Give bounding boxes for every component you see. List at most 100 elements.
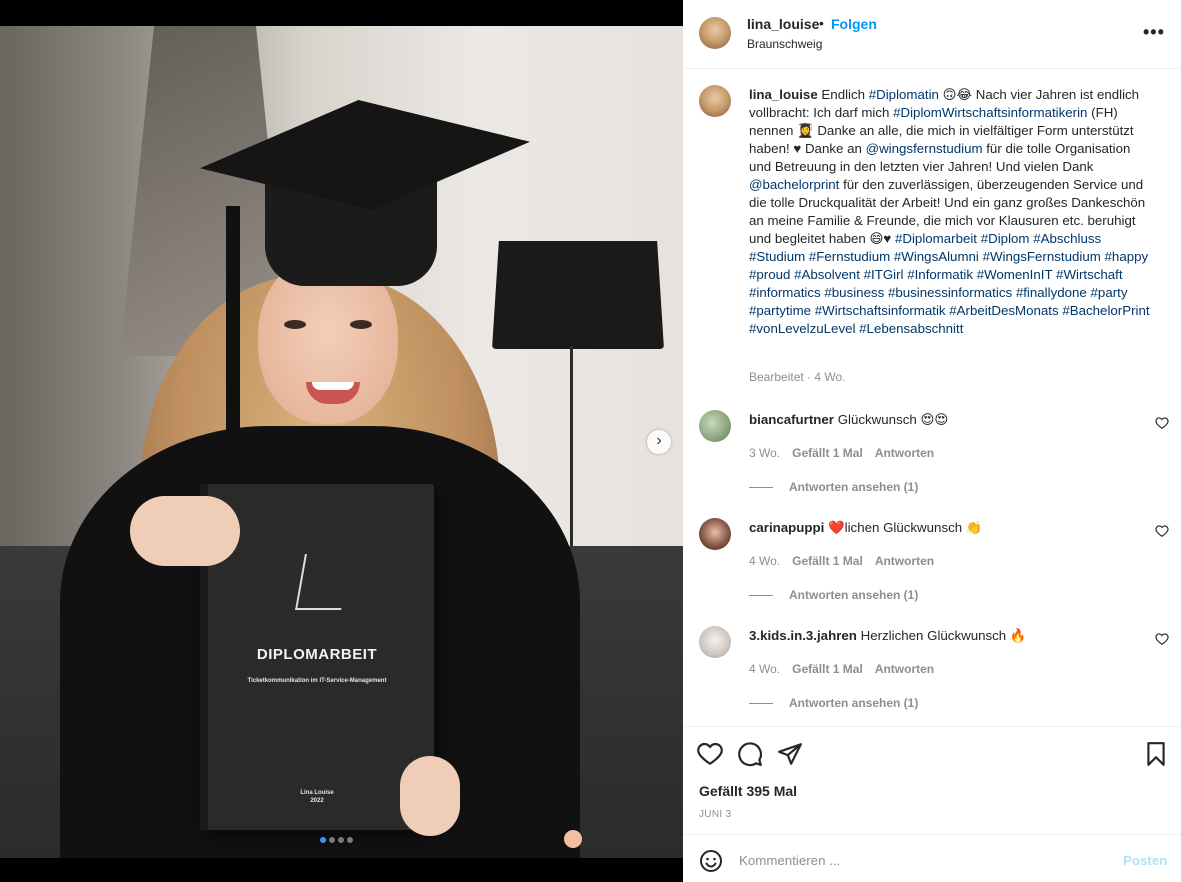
view-replies-button[interactable]: Antworten ansehen (1) [749,480,918,494]
add-comment-bar: Posten [683,834,1181,882]
hashtag-link[interactable]: #Absolvent [794,267,860,282]
share-icon[interactable] [777,741,803,767]
left-hand [130,496,240,566]
comment-username[interactable]: biancafurtner [749,412,834,427]
comment-item: carinapuppi ❤️lichen Glückwunsch 👏 4 Wo.… [683,518,1181,626]
like-count[interactable]: Gefällt 395 Mal [699,783,797,799]
view-replies-button[interactable]: Antworten ansehen (1) [749,588,918,602]
bookmark-icon[interactable] [1143,741,1169,767]
hashtag-link[interactable]: #WomenInIT [977,267,1053,282]
post-date: JUNI 3 [699,809,732,820]
hashtag-link[interactable]: #happy [1105,249,1149,264]
comment-username[interactable]: 3.kids.in.3.jahren [749,628,857,643]
post-header: lina_louise • Folgen Braunschweig ••• [683,0,1181,69]
hashtag-link[interactable]: #informatics [749,285,821,300]
book-logo-icon [295,554,351,610]
comment-text: biancafurtner Glückwunsch 😍😍 [749,412,948,428]
comment-like-icon[interactable] [1155,632,1169,646]
comments-list[interactable]: lina_louise Endlich #Diplomatin 🙃😂 Nach … [683,70,1181,726]
avatar[interactable] [699,518,731,550]
avatar[interactable] [699,17,731,49]
hashtag-link[interactable]: #Informatik [907,267,973,282]
right-eye [350,320,372,329]
hashtag-link[interactable]: #WingsFernstudium [983,249,1101,264]
caption-text: Endlich #Diplomatin 🙃😂 Nach vier Jahren … [749,87,1150,336]
hashtag-link[interactable]: #proud [749,267,790,282]
reply-button[interactable]: Antworten [875,446,934,460]
caption-avatar[interactable] [699,85,731,117]
book-subtitle: Ticketkommunikation im IT-Service-Manage… [247,678,387,684]
user-tag-icon[interactable] [564,830,582,848]
mention-link[interactable]: @bachelorprint [749,177,839,192]
post-comment-button[interactable]: Posten [1123,853,1167,868]
comment-body: ❤️lichen Glückwunsch 👏 [828,520,983,535]
post-sidebar: lina_louise • Folgen Braunschweig ••• li… [683,0,1181,882]
hashtag-link[interactable]: #vonLevelzuLevel [749,321,855,336]
avatar[interactable] [699,410,731,442]
book-author: Lina Louise [300,790,334,796]
comment-icon[interactable] [737,741,763,767]
comment-text: 3.kids.in.3.jahren Herzlichen Glückwunsc… [749,628,1026,644]
hashtag-link[interactable]: #Diplomatin [869,87,939,102]
hashtag-link[interactable]: #Fernstudium [809,249,890,264]
comment-likes[interactable]: Gefällt 1 Mal [792,554,863,568]
view-replies-button[interactable]: Antworten ansehen (1) [749,696,918,710]
hashtag-link[interactable]: #Wirtschaft [1056,267,1123,282]
comment-likes[interactable]: Gefällt 1 Mal [792,662,863,676]
hashtag-link[interactable]: #Lebensabschnitt [859,321,963,336]
view-replies-label: Antworten ansehen (1) [789,696,919,710]
hashtag-link[interactable]: #Studium [749,249,805,264]
hashtag-link[interactable]: #Diplomarbeit [895,231,977,246]
more-options-icon[interactable]: ••• [1143,22,1165,43]
next-photo-button[interactable]: › [647,430,671,454]
book-year: 2022 [310,798,324,804]
comment-like-icon[interactable] [1155,524,1169,538]
follow-button[interactable]: Folgen [831,16,877,32]
like-icon[interactable] [697,741,723,767]
caption-username[interactable]: lina_louise [749,87,818,102]
hashtag-link[interactable]: #partytime [749,303,811,318]
hashtag-link[interactable]: #business [824,285,884,300]
comment-meta: 4 Wo. Gefällt 1 Mal Antworten [749,662,934,676]
avatar[interactable] [699,626,731,658]
emoji-icon[interactable] [699,849,723,873]
hashtag-link[interactable]: #finallydone [1016,285,1087,300]
hashtag-link[interactable]: #DiplomWirtschaftsinformatikerin [893,105,1087,120]
comment-username[interactable]: carinapuppi [749,520,824,535]
comment-meta: 3 Wo. Gefällt 1 Mal Antworten [749,446,934,460]
book-title: DIPLOMARBEIT [256,646,378,663]
hashtag-link[interactable]: #ITGirl [864,267,904,282]
hashtag-link[interactable]: #Wirtschaftsinformatik [815,303,946,318]
post-photo[interactable]: DIPLOMARBEIT Ticketkommunikation im IT-S… [0,26,683,858]
author-username[interactable]: lina_louise [747,16,819,32]
post-media: DIPLOMARBEIT Ticketkommunikation im IT-S… [0,0,683,882]
comment-likes[interactable]: Gefällt 1 Mal [792,446,863,460]
post-caption: lina_louise Endlich #Diplomatin 🙃😂 Nach … [749,86,1155,338]
hashtag-link[interactable]: #Diplom [981,231,1030,246]
carousel-dot [347,837,353,843]
location-link[interactable]: Braunschweig [747,37,822,51]
comment-like-icon[interactable] [1155,416,1169,430]
comment-item: 3.kids.in.3.jahren Herzlichen Glückwunsc… [683,626,1181,726]
comment-text: carinapuppi ❤️lichen Glückwunsch 👏 [749,520,982,536]
comment-meta: 4 Wo. Gefällt 1 Mal Antworten [749,554,934,568]
caption-text-segment: Endlich [817,87,869,102]
comment-body: Glückwunsch 😍😍 [837,412,949,427]
comment-input[interactable] [739,847,1099,873]
reply-button[interactable]: Antworten [875,554,934,568]
reply-button[interactable]: Antworten [875,662,934,676]
left-eye [284,320,306,329]
hashtag-link[interactable]: #Abschluss [1033,231,1101,246]
hashtag-link[interactable]: #party [1091,285,1128,300]
hashtag-link[interactable]: #businessinformatics [888,285,1012,300]
hashtag-link[interactable]: #BachelorPrint [1062,303,1149,318]
comment-body: Herzlichen Glückwunsch 🔥 [860,628,1027,643]
header-separator: • [819,15,824,31]
carousel-dot [320,837,326,843]
carousel-dot [329,837,335,843]
comment-time: 3 Wo. [749,446,781,460]
hashtag-link[interactable]: #WingsAlumni [894,249,979,264]
hashtag-link[interactable]: #ArbeitDesMonats [949,303,1058,318]
mention-link[interactable]: @wingsfernstudium [866,141,983,156]
right-hand [400,756,460,836]
